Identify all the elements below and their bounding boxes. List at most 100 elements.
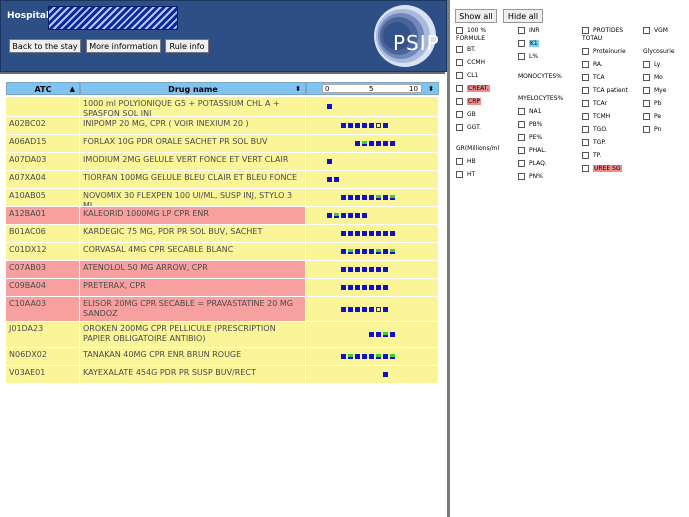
dose-bar-blue bbox=[341, 123, 346, 128]
dose-bar-blue bbox=[362, 195, 367, 200]
filter-checkbox[interactable] bbox=[456, 111, 463, 118]
dose-bar-blue bbox=[376, 267, 381, 272]
dose-bar-blue bbox=[341, 213, 346, 218]
drug-name-cell: ATENOLOL 50 MG ARROW, CPR bbox=[80, 261, 306, 279]
table-row[interactable]: C01DX12 CORVASAL 4MG CPR SECABLE BLANC bbox=[6, 243, 439, 261]
table-row[interactable]: A02BC02 INIPOMP 20 MG, CPR ( VOIR INEXIUM… bbox=[6, 117, 439, 135]
timeline-cell bbox=[306, 117, 439, 135]
filter-checkbox[interactable] bbox=[582, 48, 589, 55]
filter-checkbox[interactable] bbox=[456, 46, 463, 53]
filter-checkbox[interactable] bbox=[518, 134, 525, 141]
dose-bar-green bbox=[390, 354, 395, 359]
filter-checkbox[interactable] bbox=[456, 158, 463, 165]
filter-label: VGM bbox=[654, 27, 668, 34]
filter-label: CL1 bbox=[467, 72, 479, 79]
table-row[interactable]: J01DA23 OROKEN 200MG CPR PELLICULE (PRESC… bbox=[6, 322, 439, 348]
filter-label: FORMULE bbox=[456, 35, 486, 42]
filter-checkbox[interactable] bbox=[643, 100, 650, 107]
dose-bar-green bbox=[334, 213, 339, 218]
filter-checkbox[interactable] bbox=[582, 74, 589, 81]
filter-checkbox[interactable] bbox=[643, 27, 650, 34]
filter-checkbox[interactable] bbox=[643, 74, 650, 81]
filter-checkbox[interactable] bbox=[518, 108, 525, 115]
table-row[interactable]: A06AD15 FORLAX 10G PDR ORALE SACHET PR SO… bbox=[6, 135, 439, 153]
filter-label: Pn bbox=[654, 126, 662, 133]
filter-checkbox[interactable] bbox=[518, 53, 525, 60]
drug-name-cell: KARDEGIC 75 MG, PDR PR SOL BUV, SACHET bbox=[80, 225, 306, 243]
filter-checkbox[interactable] bbox=[582, 100, 589, 107]
filter-label: PE% bbox=[529, 134, 543, 141]
filter-checkbox[interactable] bbox=[518, 147, 525, 154]
dose-bar-blue bbox=[369, 285, 374, 290]
filter-checkbox[interactable] bbox=[456, 124, 463, 131]
filter-checkbox[interactable] bbox=[456, 85, 463, 92]
dose-bar-blue bbox=[376, 231, 381, 236]
filter-checkbox[interactable] bbox=[582, 113, 589, 120]
filter-checkbox[interactable] bbox=[582, 165, 589, 172]
filter-checkbox[interactable] bbox=[456, 59, 463, 66]
table-row[interactable]: 1000 ml POLYIONIQUE G5 + POTASSIUM CHL A… bbox=[6, 97, 439, 117]
dose-bar-blue bbox=[355, 195, 360, 200]
table-row[interactable]: A07XA04 TIORFAN 100MG GELULE BLEU CLAIR E… bbox=[6, 171, 439, 189]
table-row[interactable]: B01AC06 KARDEGIC 75 MG, PDR PR SOL BUV, S… bbox=[6, 225, 439, 243]
drug-name-cell: NOVOMIX 30 FLEXPEN 100 UI/ML, SUSP INJ, … bbox=[80, 189, 306, 207]
filter-checkbox[interactable] bbox=[518, 173, 525, 180]
filter-checkbox[interactable] bbox=[456, 98, 463, 105]
more-information-button[interactable]: More information bbox=[86, 39, 161, 53]
filter-checkbox[interactable] bbox=[582, 139, 589, 146]
dose-bar-blue bbox=[341, 267, 346, 272]
scale-tick-0: 0 bbox=[325, 85, 330, 93]
table-row[interactable]: V03AE01 KAYEXALATE 454G PDR PR SUSP BUV/R… bbox=[6, 366, 439, 384]
filter-checkbox[interactable] bbox=[643, 87, 650, 94]
table-row[interactable]: N06DX02 TANAKAN 40MG CPR ENR BRUN ROUGE bbox=[6, 348, 439, 366]
timeline-cell bbox=[306, 366, 439, 384]
filter-checkbox[interactable] bbox=[456, 72, 463, 79]
filter-checkbox[interactable] bbox=[518, 27, 525, 34]
filter-label: CRP bbox=[467, 98, 481, 105]
filter-checkbox[interactable] bbox=[582, 27, 589, 34]
timeline-cell bbox=[306, 171, 439, 189]
table-row[interactable]: C10AA03 ELISOR 20MG CPR SECABLE = PRAVAST… bbox=[6, 297, 439, 322]
back-to-stay-button[interactable]: Back to the stay bbox=[9, 39, 81, 53]
dose-bar-blue bbox=[369, 249, 374, 254]
dose-bar-blue bbox=[390, 332, 395, 337]
rule-info-button[interactable]: Rule info bbox=[165, 39, 209, 53]
table-row[interactable]: A10AB05 NOVOMIX 30 FLEXPEN 100 UI/ML, SUS… bbox=[6, 189, 439, 207]
filter-checkbox[interactable] bbox=[518, 121, 525, 128]
filter-label: L% bbox=[529, 53, 539, 60]
table-row[interactable]: A07DA03 IMODIUM 2MG GELULE VERT FONCE ET … bbox=[6, 153, 439, 171]
dose-bar-blue bbox=[369, 354, 374, 359]
atc-cell: N06DX02 bbox=[6, 348, 80, 366]
filter-checkbox[interactable] bbox=[643, 126, 650, 133]
drug-name-cell: TANAKAN 40MG CPR ENR BRUN ROUGE bbox=[80, 348, 306, 366]
dose-bar-green bbox=[376, 195, 381, 200]
filter-label: TP. bbox=[593, 152, 602, 159]
filter-label: CCMH bbox=[467, 59, 486, 66]
atc-cell: C09BA04 bbox=[6, 279, 80, 297]
show-all-button[interactable]: Show all bbox=[455, 9, 497, 23]
filter-checkbox[interactable] bbox=[518, 40, 525, 47]
filter-checkbox[interactable] bbox=[582, 61, 589, 68]
hide-all-button[interactable]: Hide all bbox=[503, 9, 543, 23]
dose-bar-blue bbox=[341, 249, 346, 254]
dose-bar-blue bbox=[362, 213, 367, 218]
filter-checkbox[interactable] bbox=[582, 126, 589, 133]
atc-column-header[interactable]: ATC ▲ bbox=[6, 82, 80, 95]
dose-bar-blue bbox=[390, 141, 395, 146]
dose-bar-green bbox=[390, 249, 395, 254]
table-row[interactable]: A12BA01 KALEORID 1000MG LP CPR ENR bbox=[6, 207, 439, 225]
filter-label: GR(Millions/ml bbox=[456, 145, 500, 152]
table-row[interactable]: C07AB03 ATENOLOL 50 MG ARROW, CPR bbox=[6, 261, 439, 279]
dose-bar-blue bbox=[383, 249, 388, 254]
dose-bar-blue bbox=[383, 354, 388, 359]
filter-checkbox[interactable] bbox=[456, 27, 463, 34]
filter-checkbox[interactable] bbox=[643, 61, 650, 68]
filter-checkbox[interactable] bbox=[582, 87, 589, 94]
table-row[interactable]: C09BA04 PRETERAX, CPR bbox=[6, 279, 439, 297]
drug-column-header[interactable]: Drug name ⬍ bbox=[80, 82, 306, 95]
filter-checkbox[interactable] bbox=[518, 160, 525, 167]
dose-bar-blue bbox=[348, 231, 353, 236]
filter-checkbox[interactable] bbox=[643, 113, 650, 120]
filter-checkbox[interactable] bbox=[582, 152, 589, 159]
filter-checkbox[interactable] bbox=[456, 171, 463, 178]
